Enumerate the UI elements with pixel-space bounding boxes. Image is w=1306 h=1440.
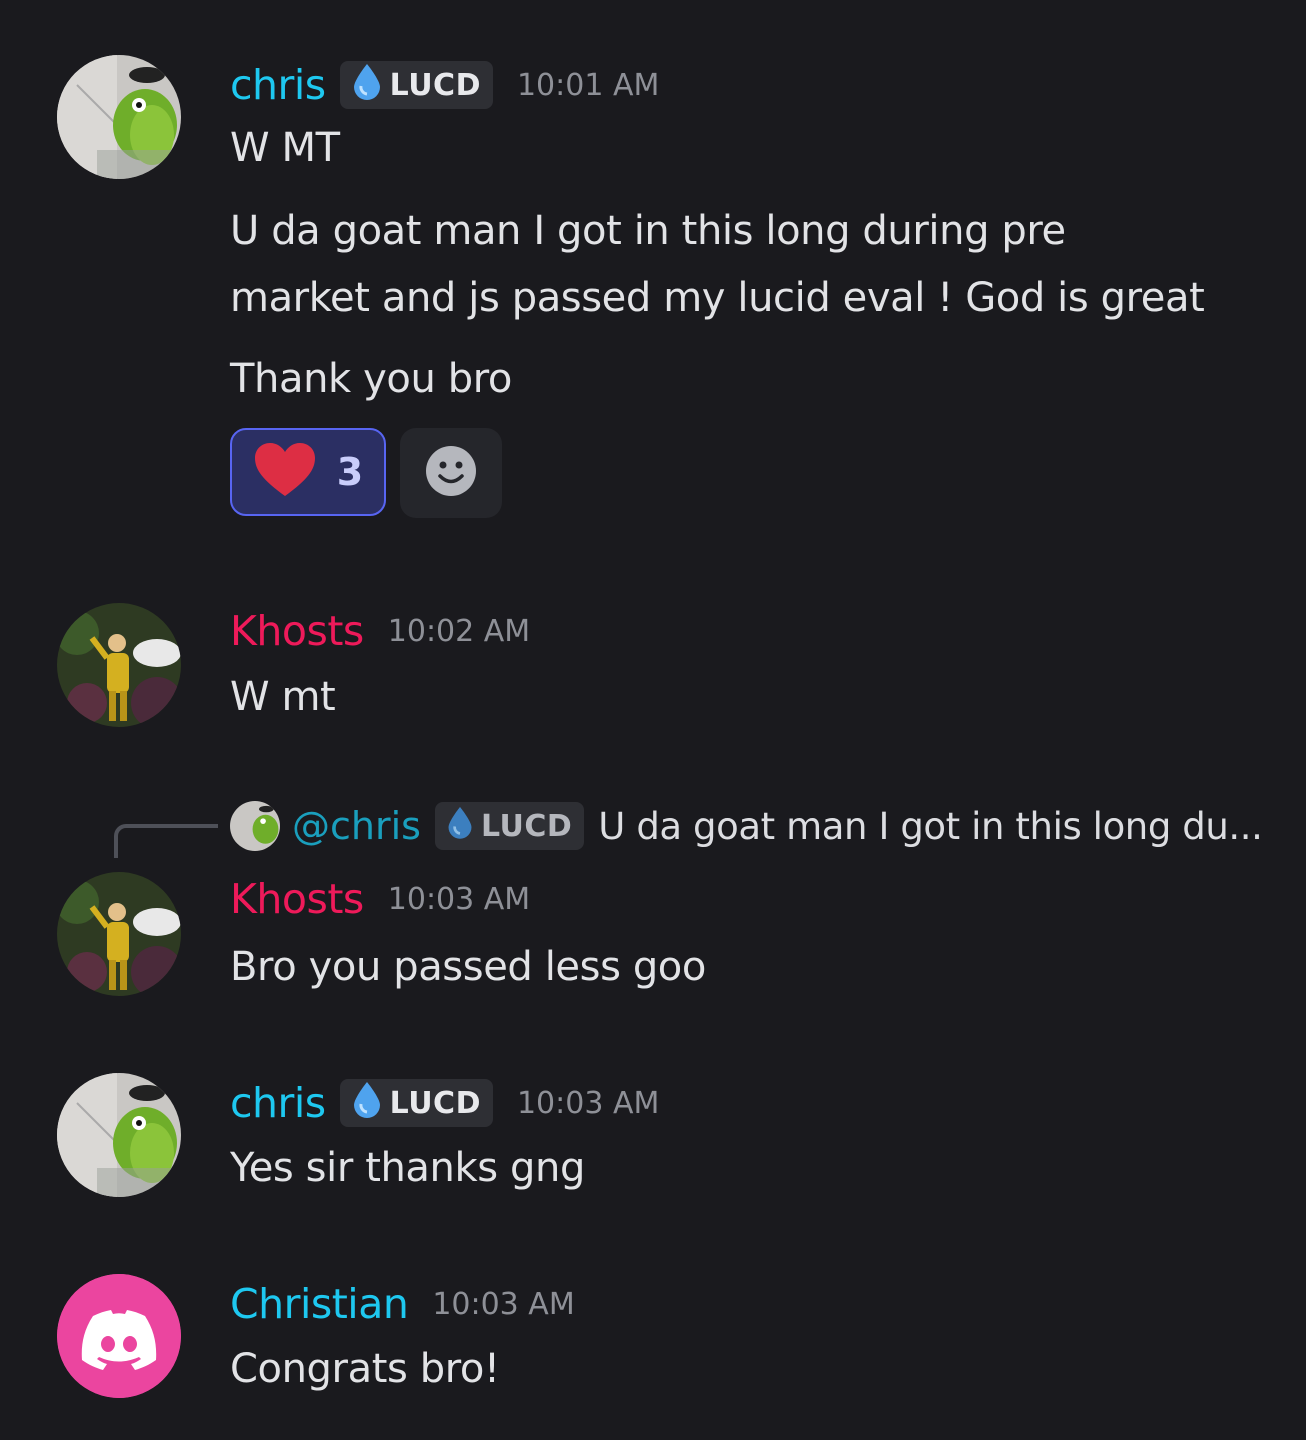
avatar[interactable] <box>57 603 181 727</box>
message-header: Khosts 10:03 AM <box>230 871 530 927</box>
message-text: Bro you passed less goo <box>230 944 706 990</box>
username[interactable]: Christian <box>230 1280 409 1328</box>
message-header: chris LUCD 10:01 AM <box>230 57 659 113</box>
message-header: chris LUCD 10:03 AM <box>230 1075 659 1131</box>
reactions: 3 <box>230 428 502 518</box>
avatar[interactable] <box>57 1073 181 1197</box>
smiley-icon <box>425 445 477 501</box>
message-text: Congrats bro! <box>230 1346 500 1392</box>
username[interactable]: chris <box>230 61 326 109</box>
timestamp[interactable]: 10:02 AM <box>388 614 530 649</box>
chat-messages: chris LUCD 10:01 AM W MT U da goat man I… <box>0 0 1306 1440</box>
reaction-heart[interactable]: 3 <box>230 428 386 516</box>
guild-tag-label: LUCD <box>389 1085 481 1121</box>
username[interactable]: chris <box>230 1079 326 1127</box>
message-header: Christian 10:03 AM <box>230 1276 575 1332</box>
guild-tag[interactable]: LUCD <box>339 1079 493 1127</box>
message-text: market and js passed my lucid eval ! God… <box>230 275 1205 321</box>
guild-tag-label: LUCD <box>389 67 481 103</box>
heart-icon <box>253 442 317 502</box>
timestamp[interactable]: 10:03 AM <box>517 1086 659 1121</box>
message-text: Yes sir thanks gng <box>230 1145 585 1191</box>
username[interactable]: Khosts <box>230 607 364 655</box>
add-reaction-button[interactable] <box>400 428 502 518</box>
timestamp[interactable]: 10:01 AM <box>517 68 659 103</box>
guild-tag[interactable]: LUCD <box>434 802 585 850</box>
message-text: W MT <box>230 125 340 171</box>
reply-connector <box>114 824 218 858</box>
reply-mention[interactable]: @chris <box>292 804 421 848</box>
guild-tag[interactable]: LUCD <box>339 61 493 109</box>
reaction-count: 3 <box>336 450 364 494</box>
reply-avatar <box>230 801 280 851</box>
message-text: U da goat man I got in this long during … <box>230 208 1066 254</box>
avatar[interactable] <box>57 872 181 996</box>
droplet-icon <box>350 1080 384 1126</box>
message-text: W mt <box>230 674 336 720</box>
timestamp[interactable]: 10:03 AM <box>388 882 530 917</box>
discord-logo-icon <box>57 1274 181 1398</box>
avatar[interactable] <box>57 1274 181 1398</box>
message-text: Thank you bro <box>230 356 512 402</box>
username[interactable]: Khosts <box>230 875 364 923</box>
timestamp[interactable]: 10:03 AM <box>432 1287 574 1322</box>
avatar[interactable] <box>57 55 181 179</box>
reply-preview[interactable]: U da goat man I got in this long du... <box>598 805 1263 848</box>
reply-reference[interactable]: @chris LUCD U da goat man I got in this … <box>230 800 1263 852</box>
guild-tag-label: LUCD <box>480 808 573 844</box>
message-header: Khosts 10:02 AM <box>230 603 530 659</box>
droplet-icon <box>350 62 384 108</box>
droplet-icon <box>445 805 475 847</box>
